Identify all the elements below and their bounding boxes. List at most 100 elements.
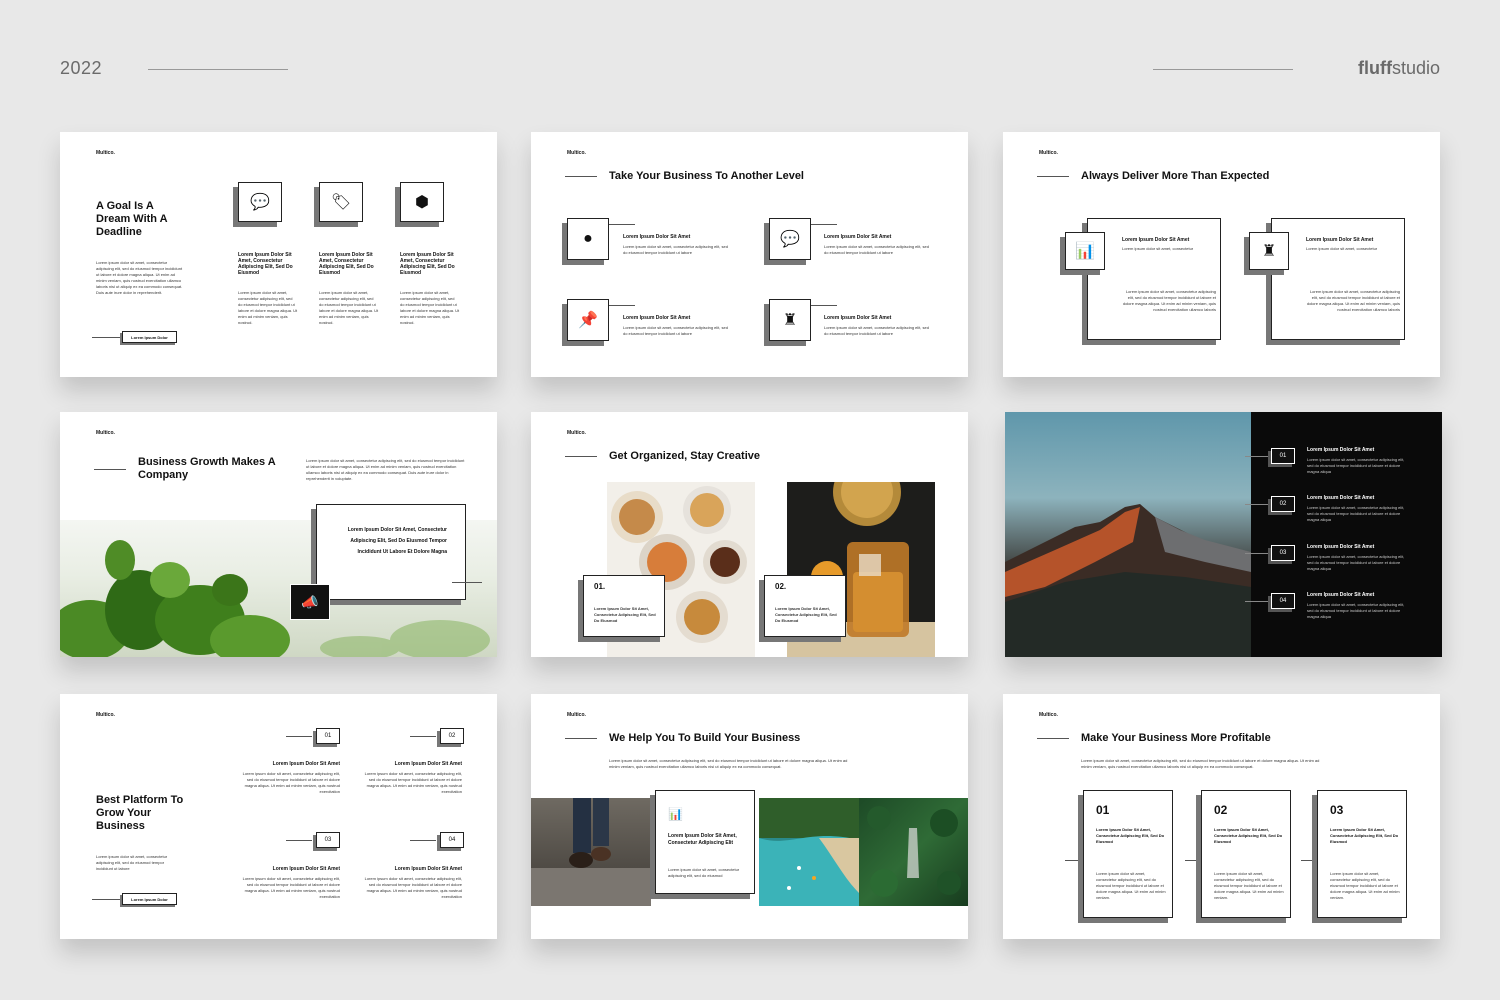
slide-business-level[interactable]: Multico. Take Your Business To Another L… — [531, 132, 968, 377]
numbered-card: 01. Lorem Ipsum Dolor Sit Amet, Consecte… — [583, 575, 665, 637]
connector-line — [811, 224, 837, 225]
number-badge: 04 — [440, 832, 464, 848]
feature-body: Lorem ipsum dolor sit amet, consectetur … — [238, 290, 298, 325]
slide-best-platform[interactable]: Multico. Best Platform To Grow Your Busi… — [60, 694, 497, 939]
slide-title: Best Platform To Grow Your Business — [96, 794, 184, 832]
feature-card: Lorem Ipsum Dolor Sit Amet Lorem ipsum d… — [1271, 218, 1405, 340]
card-body: Lorem ipsum dolor sit amet, consectetur … — [1214, 871, 1284, 900]
tag-icon: 🏷 — [319, 182, 363, 222]
item-body: Lorem ipsum dolor sit amet, consectetur … — [1307, 457, 1405, 474]
slide-title: Make Your Business More Profitable — [1081, 732, 1271, 744]
cta-button[interactable]: Lorem Ipsum Dolor — [122, 893, 177, 905]
mountain-photo — [1005, 412, 1251, 657]
chat-icon: 💬 — [769, 218, 811, 260]
item-heading: Lorem Ipsum Dolor Sit Amet — [1307, 447, 1375, 453]
numbered-card: 02. Lorem Ipsum Dolor Sit Amet, Consecte… — [764, 575, 846, 637]
slide-title: A Goal Is A Dream With A Deadline — [96, 200, 168, 238]
connector-line — [609, 224, 635, 225]
divider — [565, 738, 597, 739]
feature-heading: Lorem Ipsum Dolor Sit Amet, Consectetur … — [238, 252, 293, 276]
connector-line — [410, 736, 436, 737]
card-subtitle: Lorem ipsum dolor sit amet, consectetur — [1122, 246, 1194, 251]
cta-button[interactable]: Lorem Ipsum Dolor — [122, 331, 177, 343]
item-body: Lorem ipsum dolor sit amet, consectetur … — [364, 876, 462, 899]
pin-icon: 📌 — [567, 299, 609, 341]
cube-icon: ⬢ — [400, 182, 444, 222]
chess-icon: ♜ — [769, 299, 811, 341]
item-heading: Lorem Ipsum Dolor Sit Amet — [1307, 495, 1375, 501]
card-number: 03 — [1330, 803, 1344, 817]
item-heading: Lorem Ipsum Dolor Sit Amet — [272, 866, 340, 872]
megaphone-icon: 📣 — [290, 584, 330, 620]
item-heading: Lorem Ipsum Dolor Sit Amet — [272, 761, 340, 767]
chat-icon: 💬 — [238, 182, 282, 222]
slide-title: Take Your Business To Another Level — [609, 170, 804, 182]
item-body: Lorem ipsum dolor sit amet, consectetur … — [824, 244, 929, 255]
slide-deliver-more[interactable]: Multico. Always Deliver More Than Expect… — [1003, 132, 1440, 377]
card-number: 01 — [1096, 803, 1110, 817]
beach-photo — [759, 798, 859, 906]
card-body: Lorem ipsum dolor sit amet, consectetur … — [1122, 289, 1216, 312]
item-body: Lorem ipsum dolor sit amet, consectetur … — [824, 325, 929, 336]
card-heading: Lorem Ipsum Dolor Sit Amet — [1122, 237, 1190, 243]
connector-line — [811, 305, 837, 306]
item-heading: Lorem Ipsum Dolor Sit Amet — [1307, 592, 1375, 598]
slide-body: Lorem ipsum dolor sit amet, consectetur … — [96, 854, 168, 871]
forest-illustration — [867, 806, 961, 897]
feature-heading: Lorem Ipsum Dolor Sit Amet, Consectetur … — [400, 252, 455, 276]
feature-body: Lorem ipsum dolor sit amet, consectetur … — [400, 290, 460, 325]
card-subtitle: Lorem ipsum dolor sit amet, consectetur — [1306, 246, 1378, 251]
slide-logo: Multico. — [567, 712, 586, 718]
item-body: Lorem ipsum dolor sit amet, consectetur … — [623, 325, 728, 336]
feature-card: 📊 Lorem Ipsum Dolor Sit Amet, Consectetu… — [655, 790, 755, 894]
number-badge: 01 — [1271, 448, 1295, 464]
divider — [1037, 176, 1069, 177]
card-text: Lorem Ipsum Dolor Sit Amet, Consectetur … — [347, 527, 447, 555]
slide-title: We Help You To Build Your Business — [609, 732, 801, 744]
slide-title: Get Organized, Stay Creative — [609, 450, 760, 462]
header-divider-left — [148, 69, 288, 70]
slide-mountain[interactable]: 01 02 03 04 Lorem Ipsum Dolor Sit Amet L… — [1005, 412, 1442, 657]
year-label: 2022 — [60, 58, 103, 78]
slide-get-organized[interactable]: Multico. Get Organized, Stay Creative 01… — [531, 412, 968, 657]
card-heading: Lorem Ipsum Dolor Sit Amet, Consectetur … — [1330, 827, 1399, 844]
slide-profitable[interactable]: Multico. Make Your Business More Profita… — [1003, 694, 1440, 939]
item-body: Lorem ipsum dolor sit amet, consectetur … — [242, 876, 340, 899]
quote-card: Lorem Ipsum Dolor Sit Amet, Consectetur … — [316, 504, 466, 600]
forest-photo — [859, 798, 968, 906]
card-body: Lorem ipsum dolor sit amet, consectetur … — [1096, 871, 1166, 900]
slide-title: Business Growth Makes A Company — [138, 456, 276, 481]
card-number: 02. — [775, 582, 787, 591]
card-heading: Lorem Ipsum Dolor Sit Amet, Consectetur … — [1096, 827, 1165, 844]
slide-intro: Lorem ipsum dolor sit amet, consectetur … — [1081, 758, 1320, 769]
number-badge: 04 — [1271, 593, 1295, 609]
item-heading: Lorem Ipsum Dolor Sit Amet — [394, 761, 462, 767]
item-heading: Lorem Ipsum Dolor Sit Amet — [824, 315, 892, 321]
walking-illustration — [531, 798, 651, 906]
beach-illustration — [759, 798, 859, 906]
slide-build-business[interactable]: Multico. We Help You To Build Your Busin… — [531, 694, 968, 939]
bar-chart-icon: 📊 — [668, 807, 683, 821]
card-body: Lorem ipsum dolor sit amet, consectetur … — [668, 867, 740, 878]
connector-line — [410, 840, 436, 841]
item-body: Lorem ipsum dolor sit amet, consectetur … — [1307, 602, 1405, 619]
slide-goal[interactable]: Multico. A Goal Is A Dream With A Deadli… — [60, 132, 497, 377]
item-heading: Lorem Ipsum Dolor Sit Amet — [623, 315, 691, 321]
numbered-card: 01 Lorem Ipsum Dolor Sit Amet, Consectet… — [1083, 790, 1173, 918]
divider — [92, 899, 122, 900]
slide-intro: Lorem ipsum dolor sit amet, consectetur … — [306, 458, 465, 481]
slide-logo: Multico. — [1039, 150, 1058, 156]
item-heading: Lorem Ipsum Dolor Sit Amet — [394, 866, 462, 872]
item-body: Lorem ipsum dolor sit amet, consectetur … — [623, 244, 728, 255]
slide-logo: Multico. — [567, 150, 586, 156]
slide-logo: Multico. — [96, 712, 115, 718]
bar-chart-icon: 📊 — [1065, 232, 1105, 270]
connector-line — [1245, 553, 1271, 554]
divider — [92, 337, 122, 338]
item-body: Lorem ipsum dolor sit amet, consectetur … — [1307, 505, 1405, 522]
slide-logo: Multico. — [96, 430, 115, 436]
slide-business-growth[interactable]: Multico. Business Growth Makes A Company… — [60, 412, 497, 657]
globe-icon: ● — [567, 218, 609, 260]
mountain-illustration — [1005, 504, 1251, 657]
numbered-card: 02 Lorem Ipsum Dolor Sit Amet, Consectet… — [1201, 790, 1291, 918]
